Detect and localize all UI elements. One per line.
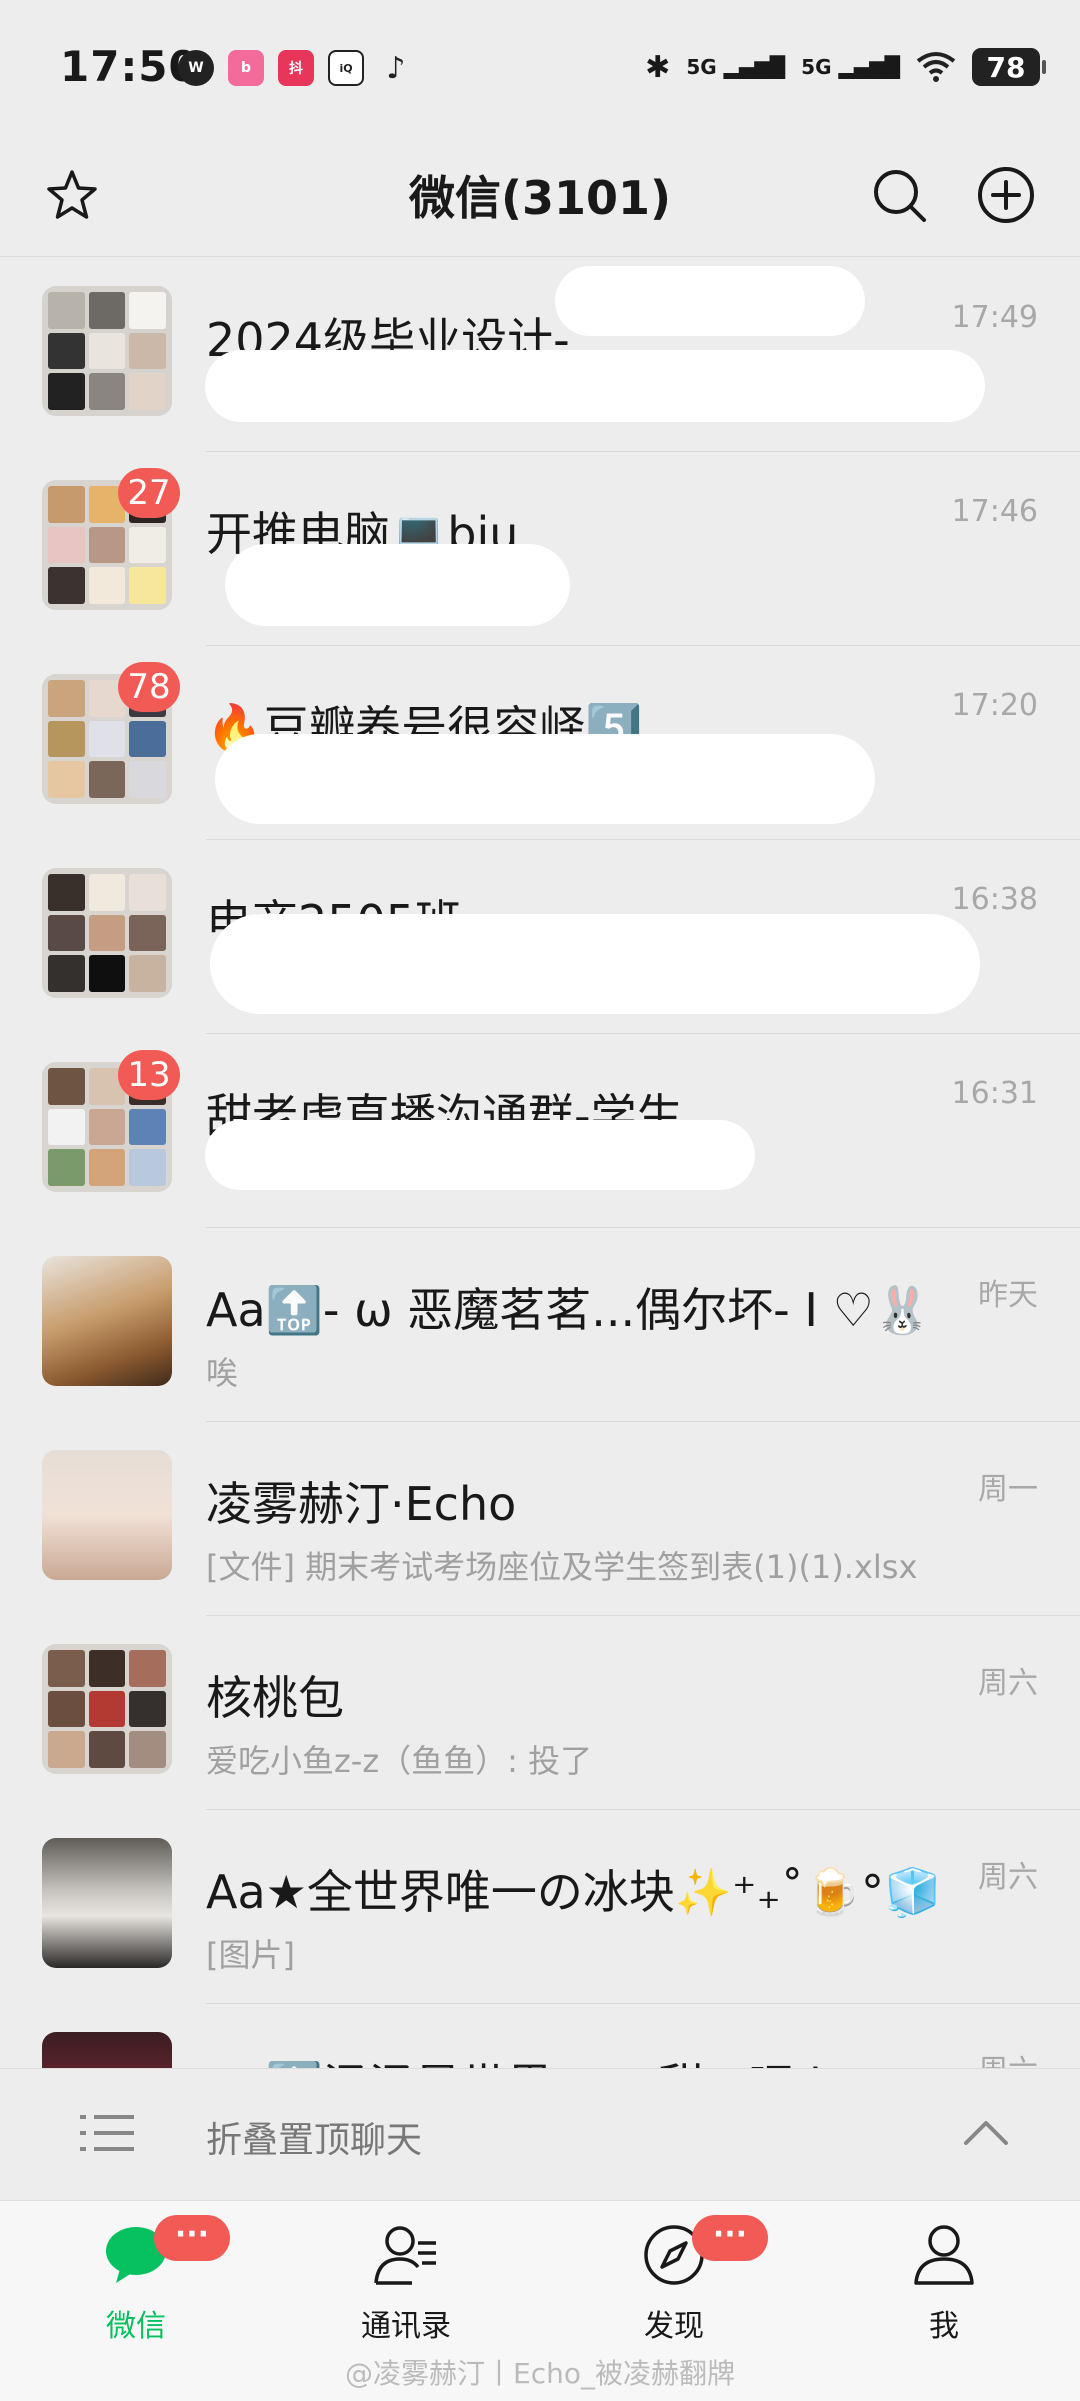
chat-row[interactable]: Aa🔝涵涵是世界No.1甜...嘿 l 周六 [0,2004,1080,2068]
chat-time: 周六 [978,2046,1038,2068]
chat-preview: [文件] 期末考试考场座位及学生签到表(1)(1).xlsx [206,1548,918,1586]
status-bar: 17:50 W b 抖 iQ ♪ ✱ 5G ▂▄▆█ 5G ▂▄▆█ 78 [0,0,1080,140]
chat-name: Aa🔝涵涵是世界No.1甜...嘿 l [206,2050,822,2068]
status-app-icons: W b 抖 iQ ♪ [178,50,414,86]
chat-preview: [图片] [206,1936,295,1974]
wifi-icon [916,52,956,82]
battery-indicator: 78 [972,48,1046,86]
chat-time: 昨天 [978,1278,1038,1313]
chat-preview: 唉 [206,1354,239,1392]
signal-1: 5G ▂▄▆█ [686,55,786,79]
top-bar: 微信(3101) [0,140,1080,256]
watermark: @凌雾赫汀丨Echo_被凌赫翻牌 [345,2357,735,2390]
chat-list[interactable]: 2024级毕业设计- 17:49 27 开推电脑💻biu 17:46 78 🔥豆… [0,258,1080,2068]
chat-preview: 爱吃小鱼z-z（鱼鱼）: 投了 [206,1742,593,1780]
fold-pinned-chats-bar[interactable]: 折叠置顶聊天 [0,2068,1080,2201]
weibo-icon: W [178,50,214,86]
redaction-mark [205,350,985,422]
redaction-mark [205,1120,755,1190]
chat-row[interactable]: 电商2505班 16:38 [0,840,1080,1034]
redaction-mark [225,544,570,626]
header-divider [0,256,1080,257]
chat-row[interactable]: 78 🔥豆瓣养号很容峄5️⃣ 17:20 [0,646,1080,840]
list-icon [80,2115,134,2151]
douyin-shop-icon: 抖 [278,50,314,86]
contacts-icon [374,2226,436,2285]
chevron-up-icon[interactable] [962,2117,1010,2147]
unread-badge: 78 [118,662,180,712]
tab-label: 通讯录 [361,2309,451,2344]
tiktok-icon: ♪ [386,50,406,86]
chat-name: Aa🔝- ω 恶魔茗茗...偶尔坏- I ♡🐰 [206,1283,932,1337]
chat-row[interactable]: Aa★全世界唯一の冰块✨⁺₊˚🍺°🧊 周六 [图片] [0,1810,1080,2004]
chat-row[interactable]: Aa🔝- ω 恶魔茗茗...偶尔坏- I ♡🐰 昨天 唉 [0,1228,1080,1422]
chat-time: 周六 [978,1860,1038,1895]
tab-label: 微信 [106,2309,166,2344]
bluetooth-icon: ✱ [645,49,671,85]
chat-time: 16:38 [951,882,1038,917]
chat-name: 核桃包 [206,1671,344,1725]
chat-name: 凌雾赫汀·Echo [206,1477,517,1531]
group-avatar [42,286,172,416]
unread-badge: 27 [118,468,180,518]
redaction-mark [555,266,865,336]
person-icon [914,2225,974,2285]
contact-avatar [42,1838,172,1968]
chat-row[interactable]: 27 开推电脑💻biu 17:46 [0,452,1080,646]
group-avatar [42,1644,172,1774]
unread-badge: 13 [118,1050,180,1100]
chat-time: 周六 [978,1666,1038,1701]
redaction-mark [210,914,980,1014]
bilibili-icon: b [228,50,264,86]
tab-label: 发现 [644,2309,704,2344]
group-avatar [42,868,172,998]
chat-time: 17:46 [951,494,1038,529]
status-indicators: ✱ 5G ▂▄▆█ 5G ▂▄▆█ 78 [645,48,1046,86]
fold-pinned-label: 折叠置顶聊天 [206,2120,423,2161]
redaction-mark [215,734,875,824]
chat-time: 周一 [978,1472,1038,1507]
chat-row[interactable]: 13 甜老虎直播沟通群-学生 16:31 [0,1034,1080,1228]
chat-time: 17:20 [951,688,1038,723]
chat-row[interactable]: 2024级毕业设计- 17:49 [0,258,1080,452]
chat-time: 17:49 [951,300,1038,335]
search-icon[interactable] [868,164,930,226]
tab-badge: ··· [154,2215,230,2261]
signal-2: 5G ▂▄▆█ [801,55,900,79]
contact-avatar [42,2032,172,2068]
contact-avatar [42,1450,172,1580]
chat-row[interactable]: 核桃包 周六 爱吃小鱼z-z（鱼鱼）: 投了 [0,1616,1080,1810]
tab-badge: ··· [692,2215,768,2261]
chat-row[interactable]: 凌雾赫汀·Echo 周一 [文件] 期末考试考场座位及学生签到表(1)(1).x… [0,1422,1080,1616]
contact-avatar [42,1256,172,1386]
chat-name: Aa★全世界唯一の冰块✨⁺₊˚🍺°🧊 [206,1865,942,1919]
chat-time: 16:31 [951,1076,1038,1111]
tab-label: 我 [929,2309,959,2344]
iqiyi-icon: iQ [328,50,364,86]
add-icon[interactable] [975,164,1037,226]
